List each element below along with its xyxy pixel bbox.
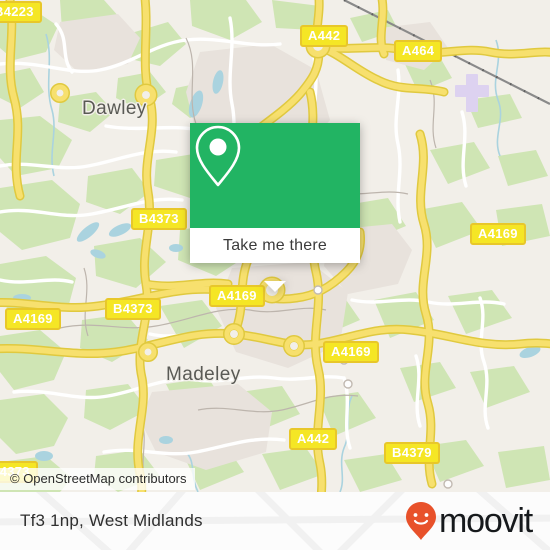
place-label-madeley: Madeley [166, 364, 241, 385]
shield-b4379[interactable]: B4379 [384, 442, 440, 464]
shield-a4169-left[interactable]: A4169 [5, 308, 61, 330]
shield-b4373-upper[interactable]: B4373 [131, 208, 187, 230]
shield-a4169-mid[interactable]: A4169 [209, 285, 265, 307]
shield-a4169-right[interactable]: A4169 [470, 223, 526, 245]
shield-a464[interactable]: A464 [394, 40, 443, 62]
map-canvas[interactable]: Dawley Madeley B4223 A442 A464 B4373 A41… [0, 0, 550, 492]
take-me-there-button[interactable]: Take me there [190, 228, 360, 263]
shield-b4373-lower[interactable]: B4373 [105, 298, 161, 320]
osm-attribution[interactable]: © OpenStreetMap contributors [0, 468, 195, 490]
shield-a442-top[interactable]: A442 [300, 25, 349, 47]
bottom-bar: Tf3 1np, West Midlands moovit [0, 492, 550, 550]
moovit-pin-smiley-icon [406, 502, 437, 540]
map-pin-icon [195, 125, 241, 187]
map-screenshot: Dawley Madeley B4223 A442 A464 B4373 A41… [0, 0, 550, 550]
shield-a442-bottom[interactable]: A442 [289, 428, 338, 450]
moovit-logo[interactable]: moovit [405, 501, 533, 541]
moovit-wordmark: moovit [439, 502, 533, 540]
shield-a4169-east[interactable]: A4169 [323, 341, 379, 363]
location-popup[interactable]: Take me there [190, 123, 360, 292]
shield-b4223[interactable]: B4223 [0, 1, 42, 23]
place-label-dawley: Dawley [82, 98, 147, 119]
popup-header [190, 123, 360, 228]
take-me-there-label: Take me there [223, 236, 327, 254]
address-label: Tf3 1np, West Midlands [20, 511, 203, 530]
popup-tail-arrow [264, 281, 286, 292]
